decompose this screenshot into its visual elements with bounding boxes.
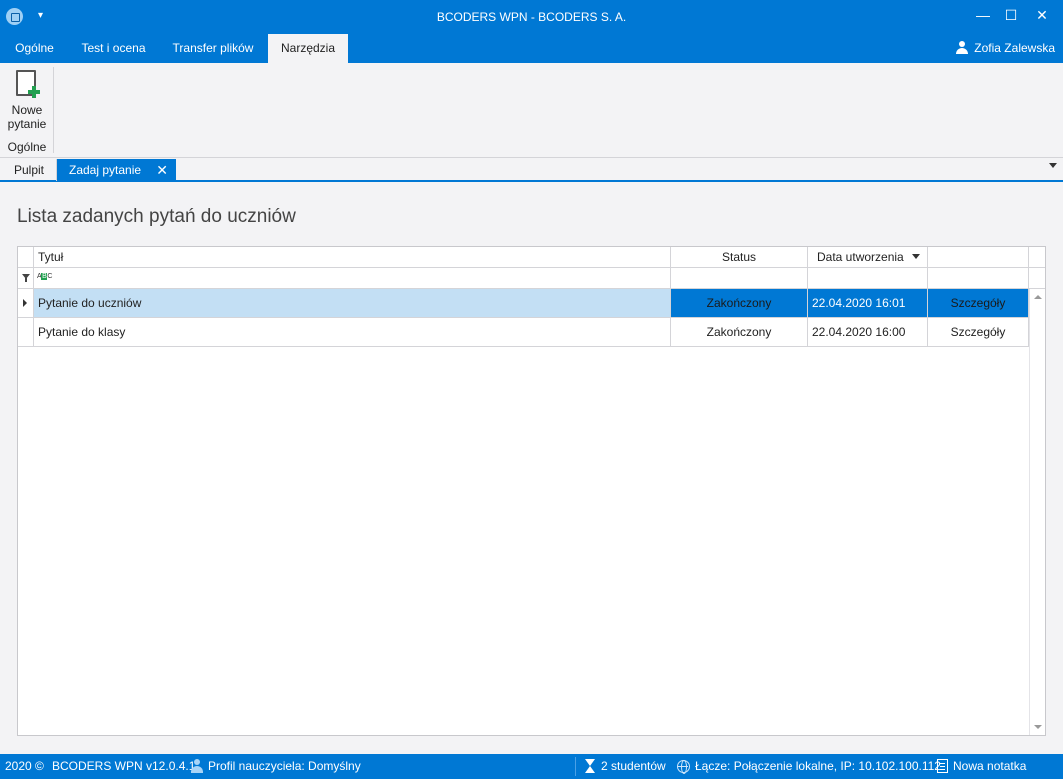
close-icon[interactable]: ✕ [156,159,168,181]
grid-filter-row: ABC [18,268,1045,289]
globe-icon [677,760,690,774]
doc-tab-zadaj-pytanie[interactable]: Zadaj pytanie ✕ [57,159,176,181]
doc-tab-pulpit[interactable]: Pulpit [2,159,58,181]
column-header-date[interactable]: Data utworzenia [808,247,928,267]
scroll-up-icon[interactable] [1034,295,1042,299]
cell-status[interactable]: Zakończony [671,289,808,317]
window-title: BCODERS WPN - BCODERS S. A. [436,10,627,24]
status-connection-label: Łącze: Połączenie lokalne, IP: 10.102.10… [695,759,941,773]
table-row[interactable]: Pytanie do klasy Zakończony 22.04.2020 1… [18,318,1045,347]
header-indicator-cell [18,247,34,267]
row-indicator-cell [18,318,34,346]
cell-date[interactable]: 22.04.2020 16:00 [808,318,928,346]
page-title: Lista zadanych pytań do uczniów [17,206,296,227]
filter-cell-title[interactable]: ABC [34,268,671,288]
filter-row-indicator [18,268,34,288]
status-version: BCODERS WPN v12.0.4.1 [52,759,196,773]
scroll-down-icon[interactable] [1034,725,1042,729]
maximize-button[interactable]: ☐ [996,4,1026,26]
ribbon-group-divider [53,67,54,153]
new-note-label: Nowa notatka [953,759,1027,773]
row-indicator-icon [23,299,27,307]
ribbon-tab-ogolne[interactable]: Ogólne [3,34,66,63]
column-header-details[interactable] [928,247,1029,267]
new-note-button[interactable]: Nowa notatka [937,754,1026,779]
details-link[interactable]: Szczegóły [928,318,1029,346]
status-profile-label: Profil nauczyciela: Domyślny [208,759,361,773]
table-row[interactable]: Pytanie do uczniów Zakończony 22.04.2020… [18,289,1045,318]
vertical-scrollbar[interactable] [1029,289,1045,735]
row-indicator-cell [18,289,34,317]
ribbon-panel: Nowe pytanie Ogólne [0,63,1063,158]
note-icon [937,759,948,773]
document-tab-bar: Pulpit Zadaj pytanie ✕ [0,158,1063,182]
document-plus-icon [14,70,40,100]
cell-title[interactable]: Pytanie do klasy [34,318,671,346]
tab-list-dropdown-icon[interactable] [1049,163,1057,168]
doc-tab-label: Zadaj pytanie [69,163,142,177]
hourglass-icon [584,759,596,773]
status-bar: 2020 © BCODERS WPN v12.0.4.1 Profil nauc… [0,754,1063,779]
cell-title[interactable]: Pytanie do uczniów [34,289,671,317]
ribbon-tab-narzedzia[interactable]: Narzędzia [268,34,348,63]
filter-icon [22,274,30,282]
ribbon-tab-transfer-plikow[interactable]: Transfer plików [161,34,265,63]
cell-date[interactable]: 22.04.2020 16:01 [808,289,928,317]
close-window-button[interactable]: ✕ [1027,4,1057,26]
filter-cell-details[interactable] [928,268,1029,288]
status-profile[interactable]: Profil nauczyciela: Domyślny [191,754,361,779]
status-divider [575,757,576,776]
new-question-button[interactable]: Nowe pytanie [4,67,50,133]
filter-cell-status[interactable] [671,268,808,288]
status-connection[interactable]: Łącze: Połączenie lokalne, IP: 10.102.10… [677,754,941,779]
ribbon-group-label: Ogólne [7,140,47,154]
main-content: Lista zadanych pytań do uczniów Tytuł St… [0,183,1063,754]
status-students-label: 2 studentów [601,759,666,773]
sort-descending-icon [911,254,920,259]
title-bar: ▾ BCODERS WPN - BCODERS S. A. — ☐ ✕ [0,0,1063,34]
ribbon-tab-test-i-ocena[interactable]: Test i ocena [70,34,157,63]
user-account[interactable]: Zofia Zalewska [956,34,1055,63]
person-icon [956,41,969,54]
grid-header-row: Tytuł Status Data utworzenia [18,247,1045,268]
new-question-label-line1: Nowe [11,103,43,117]
status-copyright: 2020 © [5,759,44,773]
minimize-button[interactable]: — [968,4,998,26]
abc-filter-icon: ABC [37,273,52,280]
status-students[interactable]: 2 studentów [584,754,666,779]
column-header-status[interactable]: Status [671,247,808,267]
user-name: Zofia Zalewska [974,41,1055,55]
column-header-date-label: Data utworzenia [817,250,904,264]
column-header-title[interactable]: Tytuł [34,247,671,267]
questions-grid: Tytuł Status Data utworzenia ABC Pytanie… [17,246,1046,736]
person-icon [191,759,203,773]
cell-status[interactable]: Zakończony [671,318,808,346]
ribbon-tab-bar: Ogólne Test i ocena Transfer plików Narz… [0,34,1063,63]
new-question-label-line2: pytanie [7,117,47,131]
filter-cell-date[interactable] [808,268,928,288]
details-link[interactable]: Szczegóły [928,289,1029,317]
